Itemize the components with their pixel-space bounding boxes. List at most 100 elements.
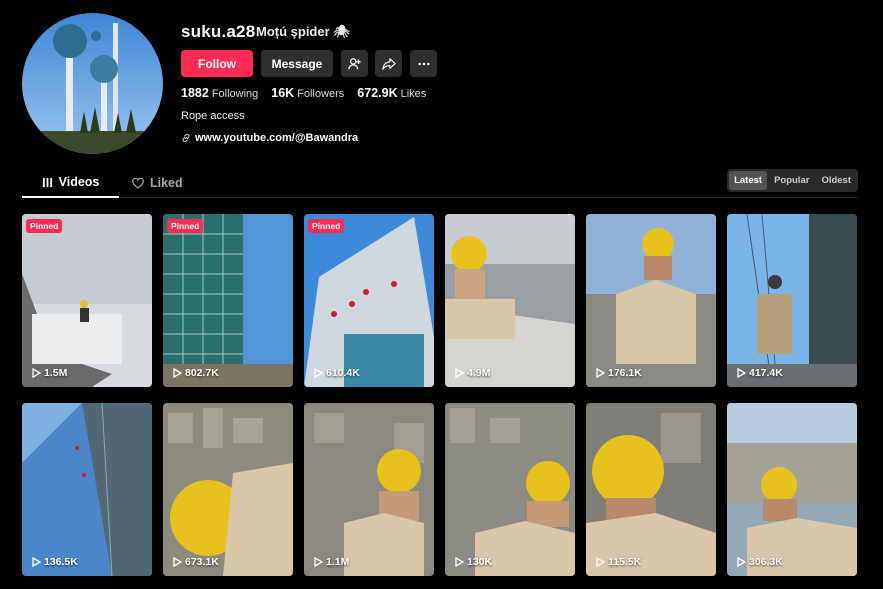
add-friend-button[interactable]: [341, 50, 368, 77]
view-count-text: 4.9M: [467, 367, 491, 379]
video-card[interactable]: 130K: [445, 403, 575, 576]
video-thumbnail: [304, 214, 434, 387]
sort-toggle: Latest Popular Oldest: [727, 169, 858, 192]
video-card[interactable]: 1.1M: [304, 403, 434, 576]
view-count-text: 176.1K: [608, 367, 642, 379]
video-thumbnail: [22, 403, 152, 576]
tab-liked[interactable]: Liked: [132, 168, 183, 198]
sort-latest[interactable]: Latest: [729, 171, 768, 190]
message-button[interactable]: Message: [261, 50, 333, 77]
followers-stat[interactable]: 16K Followers: [271, 86, 344, 100]
video-card[interactable]: 136.5K: [22, 403, 152, 576]
view-count: 673.1K: [172, 556, 219, 568]
add-user-icon: [347, 57, 361, 69]
more-options-button[interactable]: [410, 50, 437, 77]
view-count-text: 130K: [467, 556, 493, 568]
view-count: 176.1K: [595, 367, 642, 379]
share-button[interactable]: [375, 50, 402, 77]
following-label: Following: [211, 88, 259, 100]
sort-popular[interactable]: Popular: [769, 171, 814, 190]
view-count: 417.4K: [736, 367, 783, 379]
username: suku.a28: [181, 22, 256, 41]
view-count-text: 802.7K: [185, 367, 219, 379]
profile-link[interactable]: www.youtube.com/@Bawandra: [181, 132, 358, 144]
view-count: 1.1M: [313, 556, 349, 568]
play-icon: [737, 557, 746, 567]
likes-stat: 672.9K Likes: [357, 86, 426, 100]
more-icon: [417, 62, 430, 65]
avatar-image: [22, 13, 163, 154]
videos-grid-icon: [42, 177, 52, 187]
following-stat[interactable]: 1882 Following: [181, 86, 258, 100]
view-count: 306.3K: [736, 556, 783, 568]
follow-button[interactable]: Follow: [181, 50, 253, 77]
video-thumbnail: [445, 214, 575, 387]
video-thumbnail: [445, 403, 575, 576]
play-icon: [32, 557, 41, 567]
profile-stats: 1882 Following 16K Followers 672.9K Likes: [181, 86, 426, 100]
tab-videos[interactable]: Videos: [22, 168, 119, 198]
view-count-text: 1.5M: [44, 367, 68, 379]
view-count: 115.5K: [595, 556, 641, 568]
video-card[interactable]: Pinned 610.4K: [304, 214, 434, 387]
view-count-text: 136.5K: [44, 556, 78, 568]
play-icon: [314, 557, 323, 567]
view-count-text: 306.3K: [749, 556, 783, 568]
video-card[interactable]: 306.3K: [727, 403, 857, 576]
likes-count: 672.9K: [357, 86, 398, 100]
profile-avatar[interactable]: [22, 13, 163, 154]
play-icon: [173, 368, 182, 378]
sort-oldest[interactable]: Oldest: [816, 171, 856, 190]
video-thumbnail: [586, 214, 716, 387]
play-icon: [455, 368, 464, 378]
video-thumbnail: [304, 403, 434, 576]
play-icon: [737, 368, 746, 378]
profile-bio: Rope access: [181, 110, 245, 122]
video-card[interactable]: 4.9M: [445, 214, 575, 387]
video-card[interactable]: Pinned 802.7K: [163, 214, 293, 387]
view-count-text: 115.5K: [608, 556, 642, 568]
play-icon: [32, 368, 41, 378]
video-grid: Pinned 1.5M Pinned 802.7K Pinned 610.4K: [22, 214, 857, 576]
view-count: 130K: [454, 556, 492, 568]
share-icon: [381, 57, 396, 70]
pinned-badge: Pinned: [167, 219, 204, 233]
view-count-text: 417.4K: [749, 367, 783, 379]
pinned-badge: Pinned: [308, 219, 345, 233]
video-thumbnail: [22, 214, 152, 387]
video-thumbnail: [727, 214, 857, 387]
followers-count: 16K: [271, 86, 295, 100]
video-thumbnail: [727, 403, 857, 576]
play-icon: [173, 557, 182, 567]
nickname: Moțú şpider 🕷: [256, 24, 350, 39]
video-thumbnail: [163, 403, 293, 576]
following-count: 1882: [181, 86, 209, 100]
tab-videos-label: Videos: [58, 175, 100, 189]
view-count: 802.7K: [172, 367, 219, 379]
view-count: 4.9M: [454, 367, 490, 379]
video-thumbnail: [586, 403, 716, 576]
link-icon: [182, 133, 190, 143]
pinned-badge: Pinned: [26, 219, 63, 233]
tab-liked-label: Liked: [150, 176, 183, 190]
view-count: 136.5K: [31, 556, 78, 568]
video-card[interactable]: Pinned 1.5M: [22, 214, 152, 387]
play-icon: [314, 368, 323, 378]
play-icon: [596, 557, 605, 567]
view-count: 610.4K: [313, 367, 360, 379]
video-card[interactable]: 115.5K: [586, 403, 716, 576]
followers-label: Followers: [297, 88, 345, 100]
video-card[interactable]: 673.1K: [163, 403, 293, 576]
video-card[interactable]: 417.4K: [727, 214, 857, 387]
likes-label: Likes: [400, 88, 427, 100]
profile-link-text: www.youtube.com/@Bawandra: [195, 132, 359, 144]
video-card[interactable]: 176.1K: [586, 214, 716, 387]
video-thumbnail: [163, 214, 293, 387]
liked-heart-icon: [132, 177, 144, 189]
view-count: 1.5M: [31, 367, 67, 379]
view-count-text: 673.1K: [185, 556, 219, 568]
play-icon: [455, 557, 464, 567]
view-count-text: 1.1M: [326, 556, 350, 568]
view-count-text: 610.4K: [326, 367, 360, 379]
play-icon: [596, 368, 605, 378]
